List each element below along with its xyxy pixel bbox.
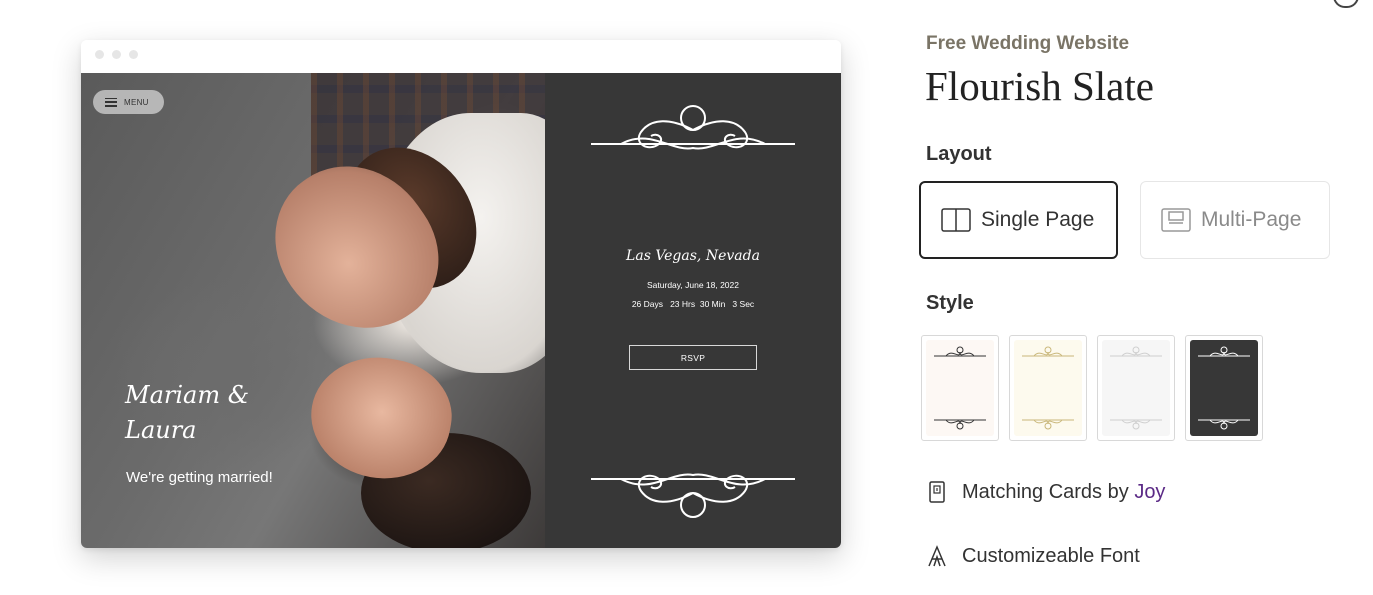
flourish-bottom-icon <box>591 473 795 518</box>
swatch-ornament-icon <box>1198 346 1250 430</box>
style-swatch-ivory-gold[interactable] <box>1009 335 1087 441</box>
feature-matching-cards: Matching Cards by Joy <box>926 480 1165 504</box>
layout-option-label: Multi-Page <box>1201 208 1302 231</box>
swatch-ornament-icon <box>1022 346 1074 430</box>
names-line: Mariam & <box>125 381 250 409</box>
swatch-ornament-icon <box>934 346 986 430</box>
website-preview: MENU Mariam & Laura We're getting marrie… <box>81 40 841 548</box>
style-heading: Style <box>926 292 974 314</box>
window-dot <box>129 50 138 59</box>
layout-option-label: Single Page <box>981 208 1095 231</box>
font-icon <box>928 545 946 567</box>
window-dot <box>112 50 121 59</box>
couple-names: Mariam & Laura <box>125 378 249 448</box>
single-page-icon <box>941 208 971 232</box>
page-title: Flourish Slate <box>925 63 1154 109</box>
style-swatch-cream[interactable] <box>921 335 999 441</box>
menu-label: MENU <box>124 97 149 107</box>
tagline: We're getting married! <box>126 469 273 486</box>
card-icon <box>929 481 945 503</box>
layout-option-multi-page[interactable]: Multi-Page <box>1140 181 1330 259</box>
window-dot <box>95 50 104 59</box>
rsvp-button[interactable]: RSVP <box>629 345 757 370</box>
style-swatch-slate[interactable] <box>1185 335 1263 441</box>
menu-button[interactable]: MENU <box>93 90 164 114</box>
feature-cards-prefix: Matching Cards by <box>962 480 1129 503</box>
swatch-preview <box>1190 340 1258 436</box>
event-date: Saturday, June 18, 2022 <box>647 280 739 290</box>
joy-link[interactable]: Joy <box>1134 481 1165 503</box>
flourish-top-icon <box>591 105 795 150</box>
eyebrow-label: Free Wedding Website <box>926 33 1130 54</box>
browser-chrome <box>81 40 841 73</box>
event-panel: Las Vegas, Nevada Saturday, June 18, 202… <box>545 73 841 548</box>
site-content: MENU Mariam & Laura We're getting marrie… <box>81 73 841 548</box>
couple-photo: MENU Mariam & Laura We're getting marrie… <box>81 73 545 548</box>
layout-heading: Layout <box>926 143 992 165</box>
names-line: Laura <box>125 416 197 444</box>
style-swatch-light-gray[interactable] <box>1097 335 1175 441</box>
corner-icon <box>1333 0 1359 8</box>
feature-label: Customizeable Font <box>962 544 1140 567</box>
feature-customizeable-font: Customizeable Font <box>926 544 1140 568</box>
layout-option-single-page[interactable]: Single Page <box>919 181 1118 259</box>
feature-label: Matching Cards by Joy <box>962 481 1165 504</box>
swatch-ornament-icon <box>1110 346 1162 430</box>
swatch-preview <box>926 340 994 436</box>
hamburger-icon <box>105 97 117 107</box>
countdown: 26 Days 23 Hrs 30 Min 3 Sec <box>631 299 755 309</box>
event-location: Las Vegas, Nevada <box>626 248 760 264</box>
swatch-preview <box>1102 340 1170 436</box>
swatch-preview <box>1014 340 1082 436</box>
multi-page-icon <box>1161 208 1191 232</box>
